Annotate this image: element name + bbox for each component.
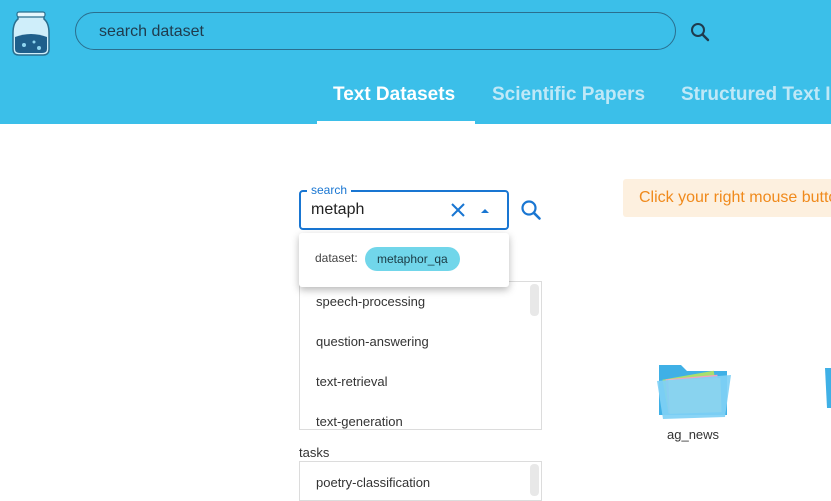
- tab-structured-text[interactable]: Structured Text I: [681, 84, 831, 106]
- dataset-search-input[interactable]: search dataset: [75, 12, 676, 50]
- search-field-label: search: [307, 183, 352, 197]
- search-icon[interactable]: [690, 22, 710, 42]
- category-tabs: Text Datasets Scientific Papers Structur…: [0, 80, 831, 124]
- tasks-list[interactable]: poetry-classification: [299, 461, 542, 501]
- list-item[interactable]: speech-processing: [316, 294, 425, 309]
- tab-text-datasets[interactable]: Text Datasets: [333, 84, 455, 106]
- scrollbar[interactable]: [530, 464, 539, 496]
- dataset-chip[interactable]: metaphor_qa: [365, 247, 460, 271]
- dataset-search-placeholder: search dataset: [99, 23, 204, 40]
- folder-label: ag_news: [667, 427, 720, 442]
- scrollbar[interactable]: [530, 284, 539, 316]
- hint-text: Click your right mouse butto: [639, 189, 831, 206]
- autocomplete-label: dataset:: [315, 251, 358, 265]
- tasks-heading: tasks: [299, 445, 330, 460]
- autocomplete-popup: dataset: metaphor_qa: [299, 233, 509, 287]
- list-item[interactable]: text-generation: [316, 414, 403, 429]
- category-list[interactable]: speech-processing question-answering tex…: [299, 281, 542, 430]
- search-field-value: metaph: [311, 201, 365, 218]
- list-item[interactable]: poetry-classification: [316, 475, 430, 490]
- list-item[interactable]: question-answering: [316, 334, 429, 349]
- clear-icon[interactable]: [449, 201, 467, 219]
- search-submit-icon[interactable]: [520, 199, 542, 221]
- active-tab-indicator: [317, 121, 475, 124]
- folder-icon[interactable]: [823, 368, 831, 408]
- folder-icon[interactable]: [655, 355, 733, 421]
- caret-up-icon[interactable]: [479, 205, 491, 217]
- logo-jar-icon[interactable]: [10, 9, 52, 57]
- tab-scientific-papers[interactable]: Scientific Papers: [492, 84, 645, 106]
- list-item[interactable]: text-retrieval: [316, 374, 388, 389]
- hint-banner: Click your right mouse butto: [623, 179, 831, 217]
- top-bar: search dataset Text Datasets Scientific …: [0, 0, 831, 124]
